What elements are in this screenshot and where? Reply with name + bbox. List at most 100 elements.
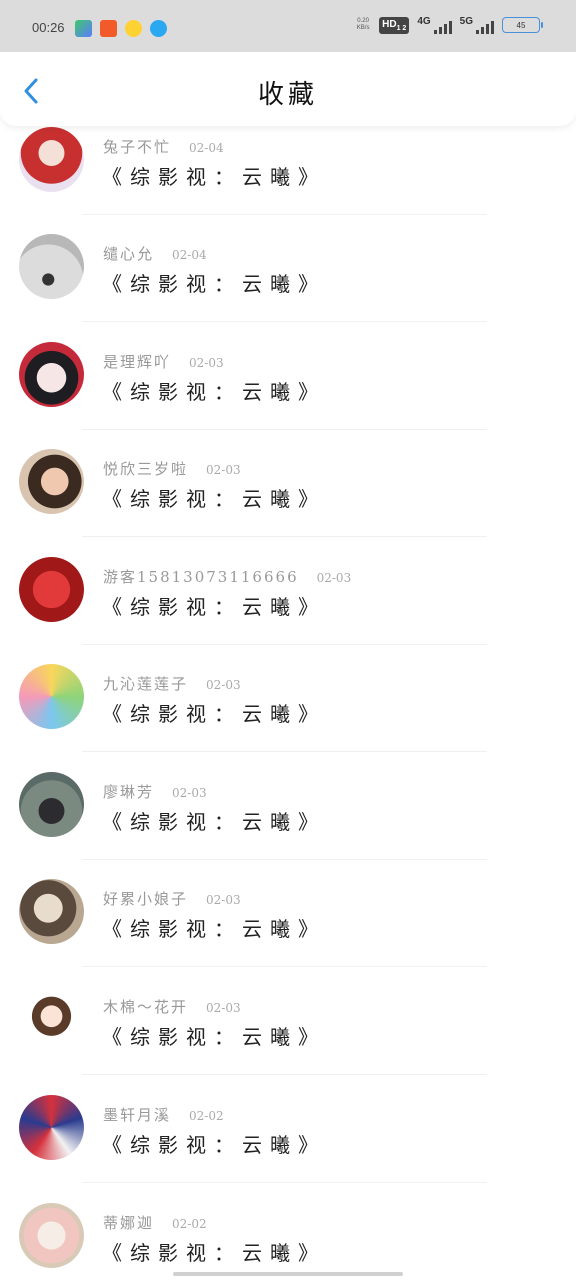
status-indicators: 0.20 KB/s HD1 2 4G 5G 45 [355,16,543,34]
avatar [19,342,84,407]
list-item[interactable]: 兔子不忙 02-04 《综影视：云曦》 [0,126,576,233]
notification-icons [75,20,167,37]
avatar [19,449,84,514]
signal-5g-icon: 5G [460,16,494,34]
divider [82,644,487,645]
divider [82,751,487,752]
divider [82,859,487,860]
list-item[interactable]: 墨轩月溪 02-02 《综影视：云曦》 [0,1094,576,1201]
book-title[interactable]: 《综影视：云曦》 [102,1237,326,1266]
status-bar: 00:26 0.20 KB/s HD1 2 4G 5G 45 [0,0,576,52]
divider [82,536,487,537]
avatar [19,1095,84,1160]
divider [82,966,487,967]
book-title[interactable]: 《综影视：云曦》 [102,376,326,405]
top-navigation-bar: 收藏 [0,52,576,126]
date: 02-04 [172,248,207,262]
avatar [19,234,84,299]
qq-app-icon [150,20,167,37]
book-title[interactable]: 《综影视：云曦》 [102,698,326,727]
signal-4g-label: 4G [417,16,431,27]
list-item-meta: 墨轩月溪 02-02 [103,1104,224,1125]
book-title[interactable]: 《综影视：云曦》 [102,1129,326,1158]
list-item-meta: 游客15813073116666 02-03 [103,566,351,587]
list-item-meta: 廖琳芳 02-03 [103,781,207,802]
divider [82,321,487,322]
list-item-meta: 兔子不忙 02-04 [103,136,224,157]
date: 02-02 [172,1217,207,1231]
list-item[interactable]: 蒂娜迦 02-02 《综影视：云曦》 [0,1202,576,1280]
book-title[interactable]: 《综影视：云曦》 [102,161,326,190]
list-item[interactable]: 游客15813073116666 02-03 《综影视：云曦》 [0,556,576,663]
taobao-app-icon [100,20,117,37]
list-item[interactable]: 廖琳芳 02-03 《综影视：云曦》 [0,771,576,878]
list-item-meta: 是理辉吖 02-03 [103,351,224,372]
date: 02-04 [189,141,224,155]
date: 02-03 [206,463,241,477]
username: 好累小娘子 [103,890,189,908]
list-item[interactable]: 九沁莲莲子 02-03 《综影视：云曦》 [0,663,576,770]
page-title: 收藏 [257,80,318,110]
avatar [19,772,84,837]
status-time: 00:26 [32,20,65,35]
list-item[interactable]: 悦欣三岁啦 02-03 《综影视：云曦》 [0,448,576,555]
net-speed-unit: KB/s [356,25,370,31]
list-item[interactable]: 缱心允 02-04 《综影视：云曦》 [0,233,576,340]
date: 02-02 [189,1109,224,1123]
username: 游客15813073116666 [103,568,299,586]
divider [82,1182,487,1183]
list-item-meta: 木棉～花开 02-03 [103,996,241,1017]
battery-level: 45 [516,20,526,30]
username: 廖琳芳 [103,783,155,801]
signal-5g-label: 5G [459,16,473,27]
avatar [19,1203,84,1268]
username: 是理辉吖 [103,353,172,371]
hd-sub: 1 2 [396,24,407,32]
date: 02-03 [316,571,352,585]
username: 蒂娜迦 [103,1214,155,1232]
signal-4g-icon: 4G [417,16,452,34]
username: 缱心允 [103,245,155,263]
avatar [19,987,84,1052]
book-title[interactable]: 《综影视：云曦》 [102,268,326,297]
book-title[interactable]: 《综影视：云曦》 [102,1021,326,1050]
date: 02-03 [189,356,224,370]
avatar [19,664,84,729]
date: 02-03 [172,786,207,800]
date: 02-03 [206,1001,241,1015]
baby-app-icon [125,20,142,37]
list-item-meta: 九沁莲莲子 02-03 [103,673,241,694]
favorites-list: 兔子不忙 02-04 《综影视：云曦》 缱心允 02-04 《综影视：云曦》 是理辉… [0,126,576,1280]
iqiyi-app-icon [75,20,92,37]
avatar [19,879,84,944]
username: 木棉～花开 [103,998,189,1016]
divider [82,429,487,430]
hd-label: HD [382,18,397,30]
date: 02-03 [206,678,241,692]
list-item-meta: 悦欣三岁啦 02-03 [103,458,241,479]
book-title[interactable]: 《综影视：云曦》 [102,591,326,620]
list-item-meta: 缱心允 02-04 [103,243,207,264]
list-item[interactable]: 好累小娘子 02-03 《综影视：云曦》 [0,878,576,985]
list-item-meta: 蒂娜迦 02-02 [103,1212,207,1233]
divider [82,214,487,215]
net-speed: 0.20 KB/s [355,18,371,32]
book-title[interactable]: 《综影视：云曦》 [102,806,326,835]
list-item[interactable]: 是理辉吖 02-03 《综影视：云曦》 [0,341,576,448]
username: 九沁莲莲子 [103,675,189,693]
hd-icon: HD1 2 [379,16,410,34]
avatar [19,127,84,192]
date: 02-03 [206,893,241,907]
username: 墨轩月溪 [103,1106,172,1124]
book-title[interactable]: 《综影视：云曦》 [102,913,326,942]
divider [82,1074,487,1075]
net-speed-value: 0.20 [357,18,369,24]
battery-icon: 45 [502,17,543,33]
home-indicator[interactable] [173,1272,403,1276]
book-title[interactable]: 《综影视：云曦》 [102,483,326,512]
list-item[interactable]: 木棉～花开 02-03 《综影视：云曦》 [0,986,576,1093]
username: 悦欣三岁啦 [103,460,189,478]
avatar [19,557,84,622]
list-item-meta: 好累小娘子 02-03 [103,888,241,909]
username: 兔子不忙 [103,138,172,156]
